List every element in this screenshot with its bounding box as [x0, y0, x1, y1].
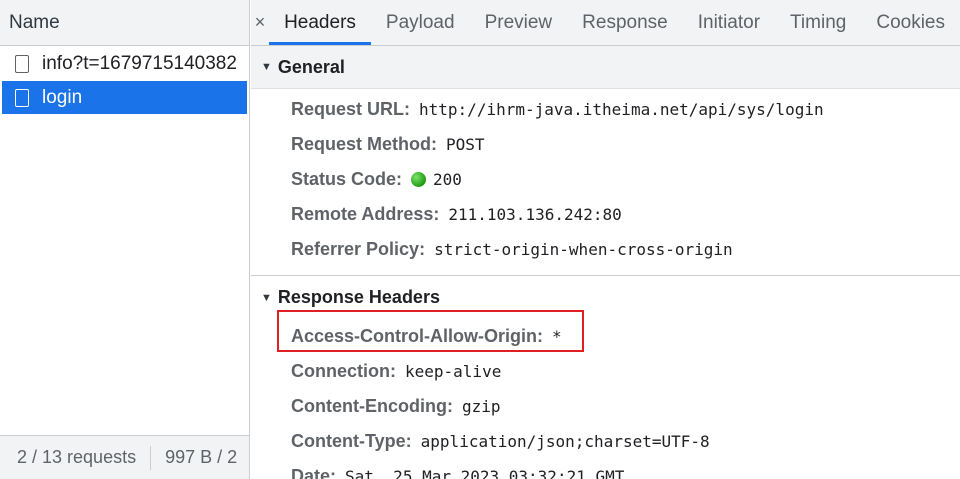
- status-footer: 2 / 13 requests 997 B / 2: [0, 435, 249, 479]
- header-key: Status Code:: [291, 169, 403, 189]
- name-column-label: Name: [9, 11, 60, 33]
- referrer-policy-row: Referrer Policy: strict-origin-when-cros…: [251, 232, 960, 267]
- triangle-down-icon: ▼: [261, 291, 272, 304]
- header-value[interactable]: gzip: [462, 397, 501, 416]
- header-value[interactable]: http://ihrm-java.itheima.net/api/sys/log…: [419, 100, 824, 119]
- request-item-info[interactable]: info?t=1679715140382: [2, 47, 247, 80]
- tab-initiator[interactable]: Initiator: [683, 0, 775, 45]
- header-key: Access-Control-Allow-Origin:: [291, 326, 544, 346]
- tab-headers[interactable]: Headers: [269, 0, 371, 45]
- header-key: Connection:: [291, 361, 396, 381]
- tab-response[interactable]: Response: [567, 0, 683, 45]
- footer-divider: [150, 445, 152, 470]
- tab-timing[interactable]: Timing: [775, 0, 861, 45]
- header-key: Content-Type:: [291, 431, 412, 451]
- status-dot-icon: [411, 172, 427, 187]
- transfer-size: 997 B / 2: [165, 447, 238, 467]
- header-value[interactable]: application/json;charset=UTF-8: [421, 432, 710, 451]
- header-key: Referrer Policy:: [291, 239, 426, 259]
- general-section-body: Request URL: http://ihrm-java.itheima.ne…: [251, 89, 960, 275]
- file-icon: [15, 54, 29, 73]
- request-name: info?t=1679715140382: [42, 52, 237, 74]
- content-encoding-row: Content-Encoding: gzip: [251, 389, 960, 424]
- request-url-row: Request URL: http://ihrm-java.itheima.ne…: [251, 92, 960, 127]
- detail-tabbar: × Headers Payload Preview Response Initi…: [251, 0, 960, 46]
- date-row: Date: Sat, 25 Mar 2023 03:32:21 GMT: [251, 459, 960, 479]
- close-icon[interactable]: ×: [251, 0, 269, 45]
- header-key: Request URL:: [291, 99, 411, 119]
- response-headers-body: Access-Control-Allow-Origin: * Connectio…: [251, 319, 960, 479]
- content-type-row: Content-Type: application/json;charset=U…: [251, 424, 960, 459]
- header-key: Date:: [291, 466, 337, 479]
- remote-address-row: Remote Address: 211.103.136.242:80: [251, 197, 960, 232]
- file-icon: [15, 88, 29, 107]
- request-name: login: [42, 86, 83, 108]
- header-value[interactable]: *: [552, 327, 562, 346]
- tab-payload[interactable]: Payload: [371, 0, 470, 45]
- header-value[interactable]: Sat, 25 Mar 2023 03:32:21 GMT: [345, 467, 624, 479]
- header-value[interactable]: 200: [433, 170, 462, 189]
- response-headers-section-header[interactable]: ▼ Response Headers: [251, 275, 960, 319]
- header-value[interactable]: 211.103.136.242:80: [448, 205, 621, 224]
- name-column-header[interactable]: Name: [0, 0, 249, 46]
- access-control-allow-origin-row: Access-Control-Allow-Origin: *: [251, 319, 960, 354]
- tab-cookies[interactable]: Cookies: [861, 0, 960, 45]
- request-method-row: Request Method: POST: [251, 127, 960, 162]
- header-value[interactable]: strict-origin-when-cross-origin: [434, 240, 733, 259]
- request-detail-panel: × Headers Payload Preview Response Initi…: [251, 0, 960, 479]
- header-key: Remote Address:: [291, 204, 440, 224]
- header-key: Content-Encoding:: [291, 396, 453, 416]
- general-section-title: General: [277, 56, 345, 77]
- header-value[interactable]: keep-alive: [405, 362, 501, 381]
- request-list: info?t=1679715140382 login: [0, 46, 249, 115]
- general-section-header[interactable]: ▼ General: [251, 46, 960, 89]
- triangle-down-icon: ▼: [261, 61, 272, 73]
- status-code-row: Status Code: 200: [251, 162, 960, 197]
- header-value[interactable]: POST: [446, 135, 485, 154]
- requests-count: 2 / 13 requests: [17, 447, 137, 467]
- header-key: Request Method:: [291, 134, 437, 154]
- request-list-panel: Name info?t=1679715140382 login 2 / 13 r…: [0, 0, 250, 479]
- tab-preview[interactable]: Preview: [470, 0, 568, 45]
- request-item-login[interactable]: login: [2, 81, 247, 114]
- connection-row: Connection: keep-alive: [251, 354, 960, 389]
- response-headers-title: Response Headers: [277, 287, 440, 307]
